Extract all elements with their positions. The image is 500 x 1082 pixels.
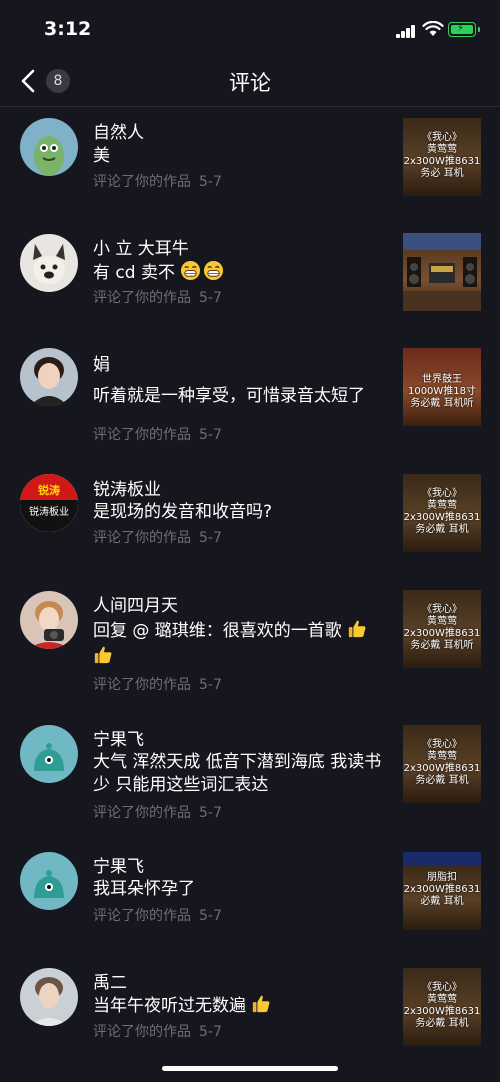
comment-item[interactable]: 小 立 大耳牛 有 cd 卖不 评论了你的作品 5-7: [0, 224, 500, 324]
comment-date: 5-7: [199, 427, 222, 443]
commenter-name[interactable]: 小 立 大耳牛: [93, 234, 189, 259]
comment-date: 5-7: [199, 805, 222, 821]
commenter-name[interactable]: 宁果飞: [93, 852, 144, 877]
video-thumbnail[interactable]: 《我心》 黄莺莺 2x300W推8631 务必戴 耳机: [403, 968, 481, 1046]
comment-action: 评论了你的作品: [93, 677, 191, 693]
comment-text: 当年午夜听过无数遍: [93, 994, 389, 1018]
comment-item[interactable]: 自然人 美 评论了你的作品 5-7 《我心》 黄莺莺 2x300W推8631 务必 耳机: [0, 108, 500, 208]
thumbnail-caption: 世界鼓王 1000W推18寸 务必戴 耳机听: [407, 374, 477, 409]
comment-date: 5-7: [199, 530, 222, 546]
comment-text: 我耳朵怀孕了: [93, 879, 195, 899]
comment-action: 评论了你的作品: [93, 908, 191, 924]
comment-meta: 评论了你的作品 5-7: [93, 802, 222, 822]
comment-text: 大气 浑然天成 低音下潜到海底 我读书少 只能用这些词汇表达: [93, 752, 382, 795]
grin-emoji-icon: [181, 260, 201, 281]
comment-meta: 评论了你的作品 5-7: [93, 527, 222, 547]
avatar[interactable]: [20, 725, 78, 783]
comment-date: 5-7: [199, 1024, 222, 1040]
video-thumbnail[interactable]: [403, 233, 481, 311]
thumbs-up-emoji-icon: [349, 620, 366, 638]
video-thumbnail[interactable]: 朋脂扣 2x300W推8631 必戴 耳机: [403, 852, 481, 930]
comment-meta: 评论了你的作品 5-7: [93, 674, 222, 694]
video-thumbnail[interactable]: 《我心》 黄莺莺 2x300W推8631 务必戴 耳机: [403, 725, 481, 803]
avatar[interactable]: [20, 348, 78, 406]
comment-action: 评论了你的作品: [93, 174, 191, 190]
commenter-name[interactable]: 娟: [93, 350, 110, 375]
comment-date: 5-7: [199, 290, 222, 306]
thumbnail-caption: 朋脂扣 2x300W推8631 必戴 耳机: [403, 872, 481, 907]
thumbnail-caption: 《我心》 黄莺莺 2x300W推8631 务必戴 耳机: [403, 488, 481, 535]
video-thumbnail[interactable]: 《我心》 黄莺莺 2x300W推8631 务必戴 耳机: [403, 474, 481, 552]
avatar-image: [34, 136, 64, 176]
home-indicator[interactable]: [162, 1066, 338, 1071]
video-thumbnail[interactable]: 《我心》 黄莺莺 2x300W推8631 务必戴 耳机听: [403, 590, 481, 668]
video-thumbnail[interactable]: 世界鼓王 1000W推18寸 务必戴 耳机听: [403, 348, 481, 426]
comment-item[interactable]: 锐涛 锐涛板业 锐涛板业 是现场的发音和收音吗? 评论了你的作品 5-7 《我心》…: [0, 466, 500, 566]
comment-item[interactable]: 宁果飞 我耳朵怀孕了 评论了你的作品 5-7 朋脂扣 2x300W推8631 必戴 耳…: [0, 842, 500, 942]
comment-date: 5-7: [199, 908, 222, 924]
comment-meta: 评论了你的作品 5-7: [93, 171, 222, 191]
comment-action: 评论了你的作品: [93, 805, 191, 821]
comment-item[interactable]: 人间四月天 回复 @ 璐琪维：很喜欢的一首歌 评论了你的作品 5-7 《我心》 黄莺…: [0, 582, 500, 697]
avatar-image: [30, 977, 68, 1026]
avatar[interactable]: [20, 118, 78, 176]
comment-meta: 评论了你的作品 5-7: [93, 1021, 222, 1041]
thumbs-up-emoji-icon: [94, 646, 112, 664]
comment-date: 5-7: [199, 174, 222, 190]
commenter-name[interactable]: 宁果飞: [93, 725, 144, 750]
status-bar: 3:12 ⚡: [0, 0, 500, 56]
comment-text: 是现场的发音和收音吗?: [93, 502, 273, 522]
avatar-label: 锐涛板业: [29, 507, 69, 518]
comment-date: 5-7: [199, 677, 222, 693]
comment-item[interactable]: 宁果飞 大气 浑然天成 低音下潜到海底 我读书少 只能用这些词汇表达 评论了你的…: [0, 716, 500, 826]
comment-action: 评论了你的作品: [93, 290, 191, 306]
comment-item[interactable]: 禹二 当年午夜听过无数遍 评论了你的作品 5-7 《我心》 黄莺莺 2x300W推86…: [0, 958, 500, 1058]
comment-text: 美: [93, 146, 110, 166]
avatar[interactable]: [20, 234, 78, 292]
comment-text: 有 cd 卖不: [93, 260, 389, 285]
comment-action: 评论了你的作品: [93, 1024, 191, 1040]
avatar-image: [34, 743, 64, 771]
video-thumbnail[interactable]: 《我心》 黄莺莺 2x300W推8631 务必 耳机: [403, 118, 481, 196]
comment-meta: 评论了你的作品 5-7: [93, 424, 222, 444]
avatar-image: [28, 601, 70, 649]
avatar[interactable]: [20, 968, 78, 1026]
avatar-image: [33, 244, 65, 284]
thumbnail-caption: 《我心》 黄莺莺 2x300W推8631 务必戴 耳机听: [403, 604, 481, 651]
avatar-image: [34, 870, 64, 898]
thumbs-up-emoji-icon: [253, 995, 270, 1013]
comment-text: 听着就是一种享受，可惜录音太短了: [93, 386, 365, 406]
commenter-name[interactable]: 锐涛板业: [93, 475, 161, 500]
commenter-name[interactable]: 禹二: [93, 968, 127, 993]
avatar[interactable]: [20, 852, 78, 910]
thumbnail-caption: 《我心》 黄莺莺 2x300W推8631 务必 耳机: [403, 132, 481, 179]
page-title: 评论: [229, 71, 271, 95]
comment-action: 评论了你的作品: [93, 530, 191, 546]
avatar-image: [30, 357, 68, 406]
thumbnail-caption: 《我心》 黄莺莺 2x300W推8631 务必戴 耳机: [403, 739, 481, 786]
comment-meta: 评论了你的作品 5-7: [93, 905, 222, 925]
nav-bar: 8 评论: [0, 56, 500, 107]
avatar[interactable]: [20, 591, 78, 649]
grin-emoji-icon: [204, 260, 224, 281]
commenter-name[interactable]: 人间四月天: [93, 591, 178, 616]
thumbnail-image: [403, 257, 481, 311]
comment-action: 评论了你的作品: [93, 427, 191, 443]
cellular-signal-icon: [396, 24, 416, 38]
comment-text: 回复 @ 璐琪维：很喜欢的一首歌: [93, 618, 389, 670]
comment-meta: 评论了你的作品 5-7: [93, 287, 222, 307]
commenter-name[interactable]: 自然人: [93, 118, 144, 143]
wifi-icon: [422, 21, 444, 36]
thumbnail-caption: 《我心》 黄莺莺 2x300W推8631 务必戴 耳机: [403, 982, 481, 1029]
avatar[interactable]: 锐涛 锐涛板业: [20, 474, 78, 532]
avatar-brand: 锐涛: [38, 484, 60, 497]
comment-item[interactable]: 娟 听着就是一种享受，可惜录音太短了 评论了你的作品 5-7 世界鼓王 1000W推…: [0, 340, 500, 450]
battery-icon: ⚡: [448, 22, 480, 37]
status-time: 3:12: [44, 18, 92, 40]
